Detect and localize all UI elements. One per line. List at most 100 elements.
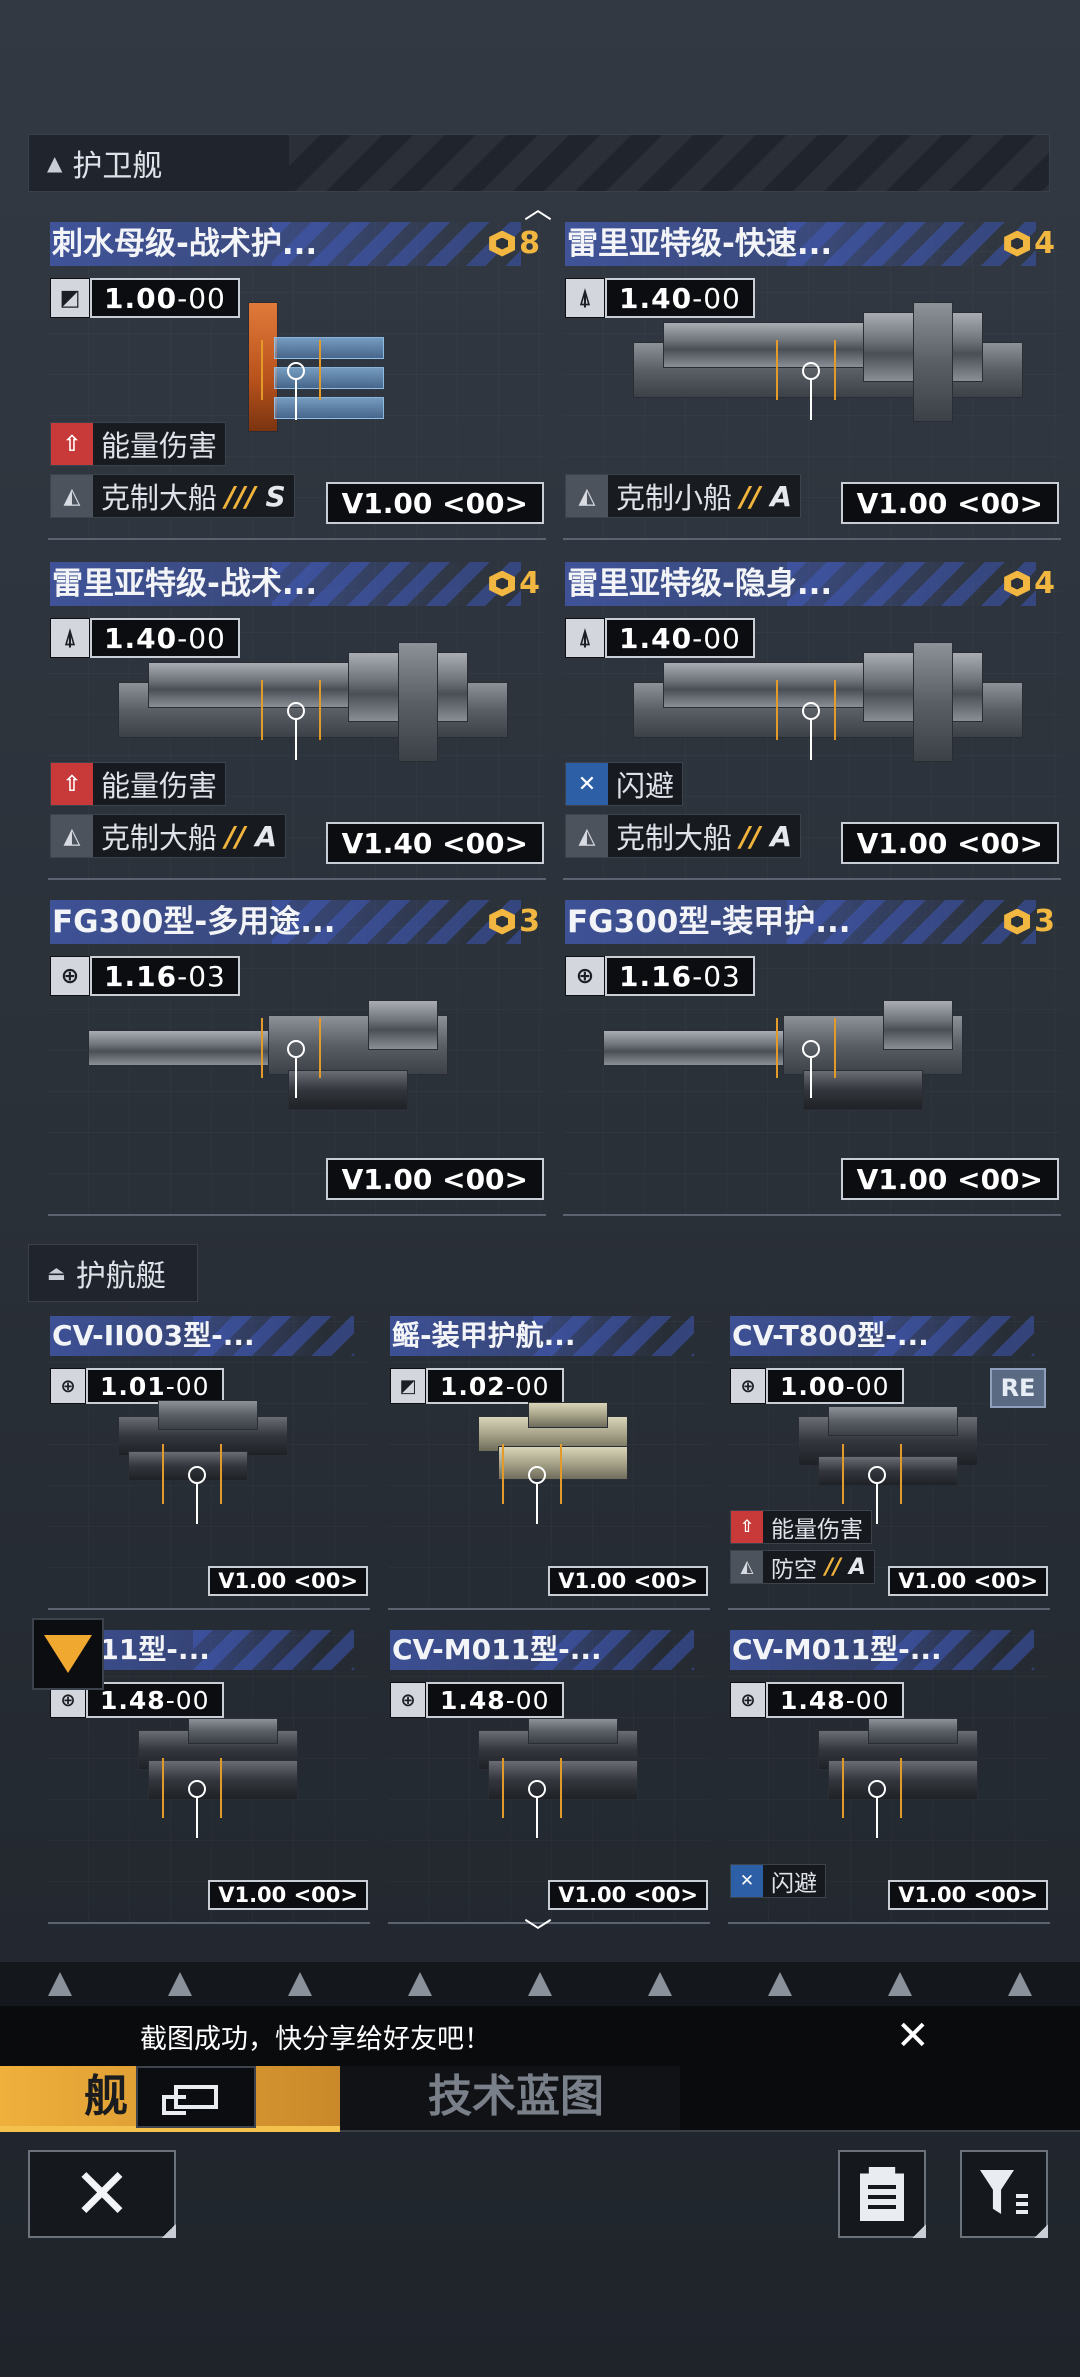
ship-hull-part (398, 642, 438, 762)
ship-card[interactable]: 雷里亚特级-隐身... 4 ⍋ 1.40 - 00 ✕ 闪避 ◭ 克制大船// A V1.00 … (563, 562, 1061, 880)
ship-card[interactable]: 雷里亚特级-快速... 4 ⍋ 1.40 - 00 ◭ 克制小船// A V1.00 <00… (563, 222, 1061, 540)
ship-card[interactable]: FG300型-多用途... 3 ⊕ 1.16 - 03 V1.00 <00> (48, 900, 546, 1216)
attribute-tag[interactable]: ⇧ 能量伤害 (50, 762, 227, 806)
scroll-down-icon[interactable]: ﹀ (520, 1919, 556, 1947)
attribute-tag[interactable]: ✕ 闪避 (730, 1864, 826, 1898)
target-reticle-icon (188, 1780, 206, 1798)
attribute-label: 防空 (771, 1557, 817, 1583)
target-reticle-icon (528, 1780, 546, 1798)
grade-value: A (848, 1554, 866, 1580)
attribute-tag[interactable]: ✕ 闪避 (565, 762, 684, 806)
tab-label: 技术蓝图 (428, 2071, 604, 2122)
target-line (876, 1484, 878, 1524)
attribute-label: 能量伤害 (101, 429, 218, 463)
version-badge: V1.00 <00> (888, 1566, 1048, 1596)
ship-hull-part (913, 302, 953, 422)
ship-class-filter-strip[interactable] (0, 1962, 1080, 2006)
target-reticle-icon (287, 362, 305, 380)
target-reticle-icon (528, 1466, 546, 1484)
dodge-icon: ✕ (731, 1865, 763, 1897)
ship-hull-part (158, 1400, 258, 1430)
attribute-tag[interactable]: ◭ 克制小船// A (565, 474, 801, 518)
scroll-up-icon[interactable]: ︿ (520, 195, 556, 223)
dodge-icon: ✕ (566, 763, 608, 805)
version-badge: V1.00 <00> (325, 1158, 544, 1200)
class-icon[interactable] (48, 1972, 72, 1996)
attribute-tag[interactable]: ◭ 防空 // A (730, 1550, 875, 1584)
toast-close-icon[interactable]: ✕ (896, 2006, 930, 2066)
attribute-tag[interactable]: ⇧ 能量伤害 (50, 422, 227, 466)
class-icon[interactable] (768, 1972, 792, 1996)
warning-triangle-icon[interactable] (32, 1618, 104, 1690)
ship-hull-part (368, 1000, 438, 1050)
ship-card[interactable]: CV-M011型-... ⊕ 1.48 - 00 ✕ 闪避 V1.00 <00> (728, 1630, 1050, 1924)
ship-hull-part (828, 1406, 958, 1436)
target-reticle-icon (188, 1466, 206, 1484)
class-icon[interactable] (528, 1972, 552, 1996)
version-badge: V1.00 <00> (548, 1880, 708, 1910)
target-reticle-icon (802, 1040, 820, 1058)
counter-icon: ◭ (51, 475, 93, 517)
ship-card[interactable]: 刺水母级-战术护... 8 ◩ 1.00 - 00 ⇧ 能量伤害 ◭ 克制大船/// S V1.… (48, 222, 546, 540)
document-button[interactable] (838, 2150, 926, 2238)
section-title: 护卫舰 (72, 149, 163, 184)
clipboard-icon (860, 2167, 904, 2221)
target-line (295, 720, 297, 760)
screenshot-share-icon[interactable] (136, 2066, 256, 2128)
close-button[interactable]: ✕ (28, 2150, 176, 2238)
grade-slashes: // (225, 819, 246, 853)
attribute-tag[interactable]: ◭ 克制大船// A (565, 814, 801, 858)
section-header-frigates[interactable]: ▲ 护卫舰 (28, 134, 1050, 192)
class-icon[interactable] (1008, 1972, 1032, 1996)
filter-button[interactable] (960, 2150, 1048, 2238)
class-icon[interactable] (888, 1972, 912, 1996)
filter-icon (980, 2170, 1028, 2218)
arrow-up-icon: ⇧ (51, 423, 93, 465)
attribute-tag[interactable]: ◭ 克制大船/// S (50, 474, 295, 518)
close-icon: ✕ (72, 2153, 132, 2235)
grade-slashes: /// (225, 479, 256, 513)
fleet-screen: ▲ 护卫舰 ︿ ⏏ 护航艇 刺水母级-战术护... 8 ◩ 1.00 - 00 ⇧ 能量伤… (0, 0, 1080, 2377)
attribute-label: 闪避 (616, 769, 675, 803)
class-icon[interactable] (408, 1972, 432, 1996)
attribute-grade: /// S (225, 480, 294, 513)
counter-icon: ◭ (566, 475, 608, 517)
class-icon[interactable] (648, 1972, 672, 1996)
counter-icon: ◭ (51, 815, 93, 857)
target-line (876, 1798, 878, 1838)
target-line (295, 1058, 297, 1098)
ship-card[interactable]: 雷里亚特级-战术... 4 ⍋ 1.40 - 00 ⇧ 能量伤害 ◭ 克制大船// A V1.4… (48, 562, 546, 880)
section-header-corvettes[interactable]: ⏏ 护航艇 (28, 1244, 198, 1302)
ship-hull-part (868, 1718, 958, 1744)
attribute-label: 克制小船 (616, 481, 733, 515)
attribute-tag[interactable]: ⇧ 能量伤害 (730, 1510, 872, 1544)
target-line (536, 1798, 538, 1838)
target-reticle-icon (868, 1466, 886, 1484)
target-line (536, 1484, 538, 1524)
ship-card[interactable]: CV-M011型-... ⊕ 1.48 - 00 V1.00 <00> (388, 1630, 710, 1924)
class-icon[interactable] (288, 1972, 312, 1996)
ship-card[interactable]: 鳐-装甲护航... ◩ 1.02 - 00 V1.00 <00> (388, 1316, 710, 1610)
target-line (196, 1484, 198, 1524)
version-badge: V1.00 <00> (840, 1158, 1059, 1200)
attribute-label: 克制大船 (101, 481, 218, 515)
tab-label: 舰 (84, 2071, 128, 2122)
class-icon[interactable] (168, 1972, 192, 1996)
ship-hull-part (913, 642, 953, 762)
attribute-grade: // A (740, 820, 800, 853)
attribute-tag[interactable]: ◭ 克制大船// A (50, 814, 286, 858)
grade-slashes: // (740, 819, 761, 853)
ship-card[interactable]: CV-T800型-... ⊕ 1.00 - 00 RE ⇧ 能量伤害 ◭ 防空// A V1.0… (728, 1316, 1050, 1610)
ship-hull-part (528, 1718, 618, 1744)
triangle-up-icon: ▲ (47, 151, 63, 175)
toast-message: 截图成功，快分享给好友吧！ (140, 2023, 491, 2055)
target-reticle-icon (868, 1780, 886, 1798)
target-reticle-icon (802, 702, 820, 720)
grade-slashes: // (740, 479, 761, 513)
version-badge: V1.40 <00> (325, 822, 544, 864)
ship-card[interactable]: CV-II003型-... ⊕ 1.01 - 00 V1.00 <00> (48, 1316, 370, 1610)
version-badge: V1.00 <00> (325, 482, 544, 524)
attribute-grade: // A (825, 1555, 874, 1580)
arrow-up-icon: ⇧ (731, 1511, 763, 1543)
ship-card[interactable]: FG300型-装甲护... 3 ⊕ 1.16 - 03 V1.00 <00> (563, 900, 1061, 1216)
